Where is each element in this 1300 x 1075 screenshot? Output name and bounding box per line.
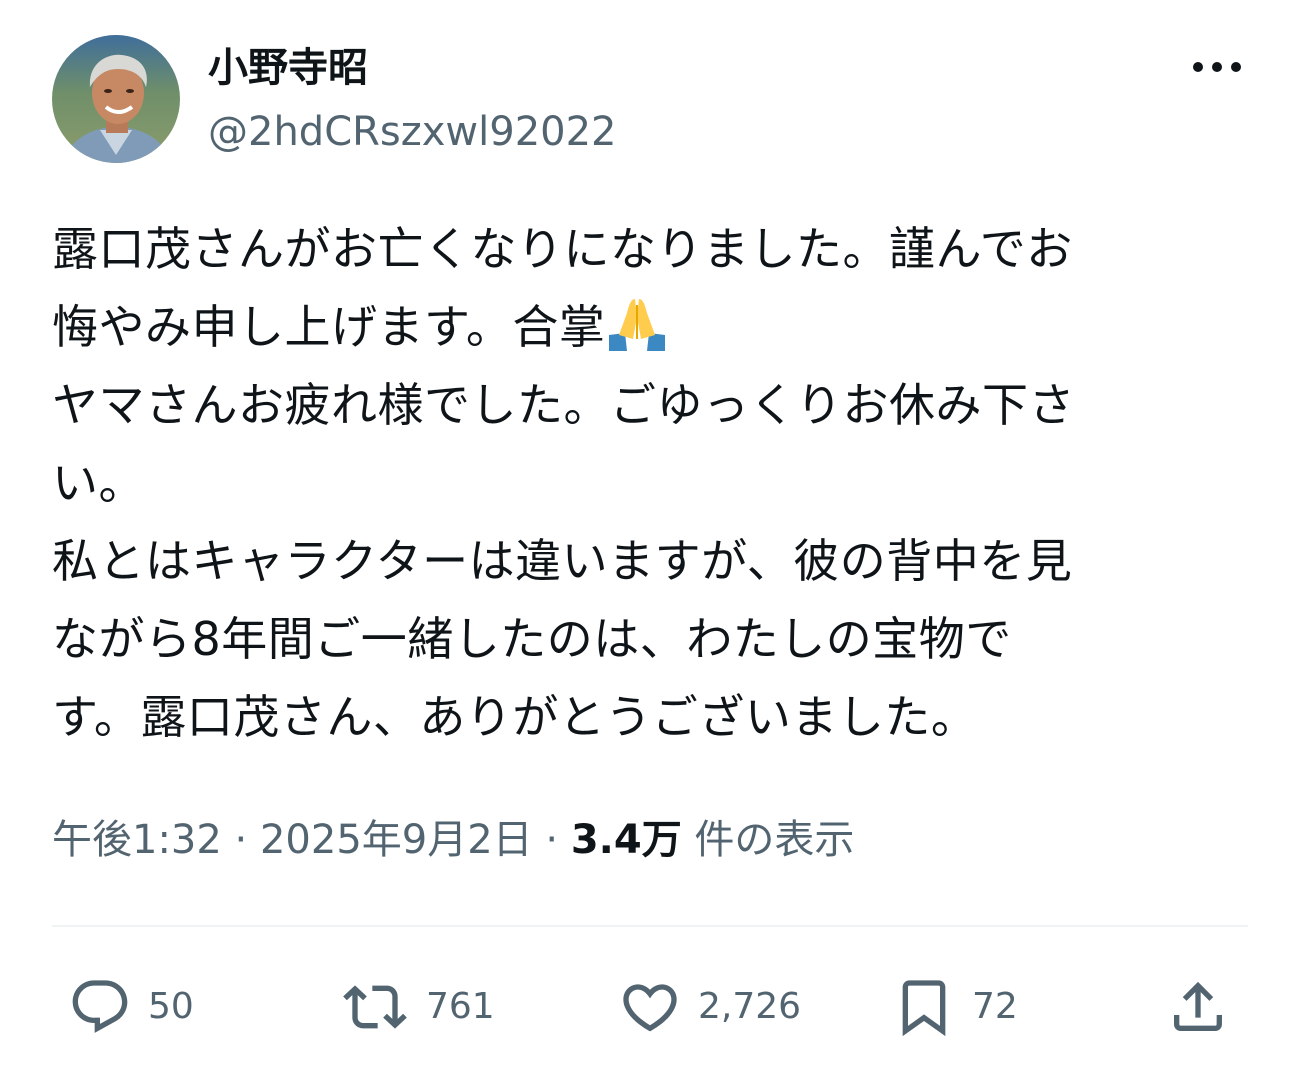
tweet-text-line: す。露口茂さん、ありがとうございました。 [52,690,978,744]
divider [52,925,1248,927]
bookmark-button[interactable]: 72 [892,972,1018,1042]
folded-hands-emoji-icon [605,295,669,351]
like-button[interactable]: 2,726 [618,972,801,1042]
meta-separator: · [532,817,571,863]
tweet-text-line: ながら8年間ご一緒したのは、わたしの宝物で [52,612,1012,666]
more-horizontal-icon [1193,62,1241,72]
meta-separator: · [221,817,260,863]
reply-count: 50 [148,986,194,1027]
bookmark-count: 72 [972,986,1018,1027]
tweet: 小野寺昭 @2hdCRszxwl92022 露口茂さんがお亡くなりになりました。… [0,0,1300,1075]
tweet-text-line: 露口茂さんがお亡くなりになりました。謹んでお [52,222,1073,276]
tweet-text-line: ヤマさんお疲れ様でした。ごゆっくりお休み下さ [52,378,1075,432]
share-button[interactable] [1166,972,1230,1042]
avatar-photo [52,35,180,163]
more-options-button[interactable] [1180,42,1254,92]
author-handle[interactable]: @2hdCRszxwl92022 [208,106,617,158]
tweet-text-line: 悔やみ申し上げます。合掌 [52,288,1252,366]
share-icon [1174,981,1222,1031]
tweet-text-line: い。 [52,456,145,510]
tweet-text-segment: 悔やみ申し上げます。合掌 [52,300,606,354]
heart-icon [623,984,677,1032]
author-display-name[interactable]: 小野寺昭 [208,42,368,94]
tweet-time[interactable]: 午後1:32 [52,817,222,863]
like-count: 2,726 [698,986,802,1027]
author-avatar[interactable] [52,35,180,163]
retweet-button[interactable]: 761 [340,972,495,1042]
retweet-icon [343,985,407,1029]
tweet-text: 露口茂さんがお亡くなりになりました。謹んでお 悔やみ申し上げます。合掌 ヤマさん… [52,210,1252,756]
views-count: 3.4万 [570,817,682,863]
reply-icon [72,980,128,1033]
tweet-meta: 午後1:32 · 2025年9月2日 · 3.4万 件の表示 [52,812,854,868]
tweet-text-line: 私とはキャラクターは違いますが、彼の背中を見 [52,534,1073,588]
bookmark-icon [902,980,946,1037]
reply-button[interactable]: 50 [68,972,194,1042]
tweet-date[interactable]: 2025年9月2日 [260,817,533,863]
views-label: 件の表示 [681,817,855,863]
retweet-count: 761 [426,986,495,1027]
